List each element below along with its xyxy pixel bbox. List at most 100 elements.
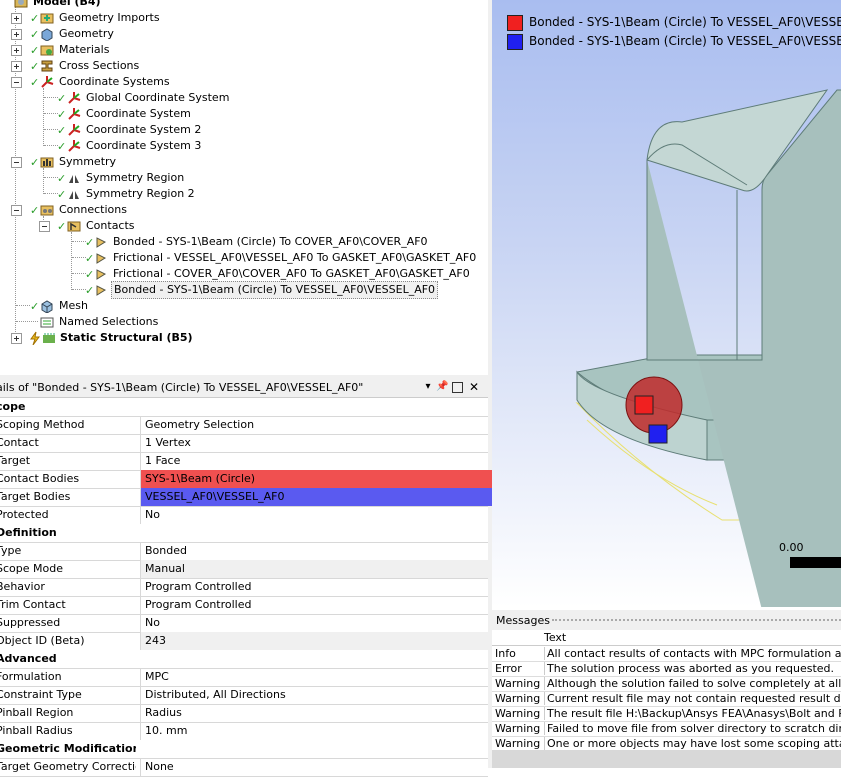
graphics-viewport[interactable]: Bonded - SYS-1\Beam (Circle) To VESSEL_A… [492, 0, 841, 607]
details-row[interactable]: Scoping Method Geometry Selection [0, 416, 488, 435]
message-row[interactable]: Info All contact results of contacts with… [492, 646, 841, 662]
details-row[interactable]: Contact Bodies SYS-1\Beam (Circle) [0, 470, 493, 489]
details-row[interactable]: Trim Contact Program Controlled [0, 596, 488, 615]
static-structural-icon [42, 331, 56, 345]
details-key: Object ID (Beta) [0, 634, 85, 647]
selected-node-label: Bonded - SYS-1\Beam (Circle) To VESSEL_A… [111, 281, 439, 299]
details-value[interactable]: 10. mm [140, 722, 493, 740]
details-row[interactable]: Formulation MPC [0, 668, 488, 687]
details-value[interactable]: Geometry Selection [140, 416, 493, 434]
message-row[interactable]: Error The solution process was aborted as… [492, 661, 841, 677]
details-key: Definition [0, 526, 57, 539]
details-row[interactable]: TypeBonded [0, 542, 488, 561]
details-section-header[interactable]: Advanced [0, 650, 488, 669]
details-row[interactable]: Scope Mode Manual [0, 560, 493, 579]
message-type: Error [495, 662, 522, 675]
details-value[interactable]: MPC [140, 668, 493, 686]
scale-label: 0.00 [779, 541, 804, 554]
maximize-icon[interactable] [452, 382, 463, 393]
message-text: Although the solution failed to solve co… [544, 677, 841, 690]
symmetry-region-icon [67, 171, 81, 185]
details-key: Behavior [0, 580, 45, 593]
close-icon[interactable]: ✕ [468, 381, 480, 393]
details-section-header[interactable]: cope [0, 398, 488, 417]
coordinate-system-icon [67, 139, 81, 153]
details-value[interactable]: 1 Vertex [140, 434, 493, 452]
details-row[interactable]: Contact 1 Vertex [0, 434, 488, 453]
details-value[interactable]: 1 Face [140, 452, 493, 470]
expand-icon[interactable] [11, 333, 22, 344]
scale-bar [790, 557, 841, 568]
details-value[interactable]: Distributed, All Directions [140, 686, 493, 704]
check-icon: ✓ [57, 172, 67, 185]
collapse-icon[interactable] [11, 205, 22, 216]
details-section-header[interactable]: Definition [0, 524, 488, 543]
details-row[interactable]: Protected No [0, 506, 488, 525]
details-row[interactable]: Target Bodies VESSEL_AF0\VESSEL_AF0 [0, 488, 493, 507]
expand-icon[interactable] [11, 13, 22, 24]
coordinate-systems-icon [40, 75, 54, 89]
check-icon: ✓ [30, 204, 40, 217]
message-type: Warning [495, 692, 541, 705]
message-row[interactable]: Warning Although the solution failed to s… [492, 676, 841, 692]
details-key: Constraint Type [0, 688, 82, 701]
details-key: Target Bodies [0, 490, 71, 503]
expand-icon[interactable] [11, 45, 22, 56]
check-icon: ✓ [57, 220, 67, 233]
details-row[interactable]: Pinball Region Radius [0, 704, 488, 723]
check-icon: ✓ [57, 124, 67, 137]
named-selections-icon [40, 315, 54, 329]
cross-sections-icon [40, 59, 54, 73]
details-row[interactable]: Object ID (Beta) 243 [0, 632, 493, 651]
check-icon: ✓ [30, 156, 40, 169]
details-row[interactable]: Pinball Radius 10. mm [0, 722, 488, 741]
message-row[interactable]: Warning Failed to move file from solver d… [492, 721, 841, 737]
details-key: Pinball Radius [0, 724, 73, 737]
details-pane: ails of "Bonded - SYS-1\Beam (Circle) To… [0, 378, 493, 777]
contact-icon [94, 283, 108, 297]
details-header: ails of "Bonded - SYS-1\Beam (Circle) To… [0, 378, 488, 398]
geometry-icon [40, 27, 54, 42]
details-value[interactable]: SYS-1\Beam (Circle) [140, 470, 493, 488]
coordinate-system-icon [67, 123, 81, 137]
message-row[interactable]: Warning The result file H:\Backup\Ansys F… [492, 706, 841, 722]
expand-icon[interactable] [11, 61, 22, 72]
details-row[interactable]: Behavior Program Controlled [0, 578, 488, 597]
message-type: Warning [495, 677, 541, 690]
message-text: The solution process was aborted as you … [544, 662, 834, 675]
check-icon: ✓ [30, 12, 40, 25]
details-key: Type [0, 544, 22, 557]
materials-icon [40, 43, 54, 57]
details-value[interactable]: Manual [140, 560, 493, 578]
collapse-icon[interactable] [11, 157, 22, 168]
check-icon: ✓ [57, 92, 67, 105]
details-row[interactable]: Target1 Face [0, 452, 488, 471]
expand-icon[interactable] [11, 29, 22, 40]
collapse-icon[interactable] [39, 221, 50, 232]
details-value[interactable]: Bonded [140, 542, 493, 560]
details-value[interactable]: Program Controlled [140, 578, 493, 596]
message-row[interactable]: Warning Current result file may not conta… [492, 691, 841, 707]
details-row[interactable]: Suppressed No [0, 614, 488, 633]
details-key: Target [0, 454, 31, 467]
details-value[interactable]: No [140, 506, 493, 524]
messages-column-header[interactable]: Text [492, 630, 841, 646]
messages-footer [492, 750, 841, 768]
details-value[interactable]: 243 [140, 632, 493, 650]
details-key: Suppressed [0, 616, 61, 629]
details-value[interactable]: None [140, 758, 493, 776]
check-icon: ✓ [30, 300, 40, 313]
contacts-icon [67, 219, 81, 233]
details-value[interactable]: Program Controlled [140, 596, 493, 614]
contact-icon [94, 235, 108, 249]
details-row[interactable]: Constraint Type Distributed, All Directio… [0, 686, 488, 705]
details-value[interactable]: Radius [140, 704, 493, 722]
details-value[interactable]: VESSEL_AF0\VESSEL_AF0 [140, 488, 493, 506]
details-value[interactable]: No [140, 614, 493, 632]
details-key: Scoping Method [0, 418, 85, 431]
dropdown-icon[interactable]: ▾ [422, 381, 434, 393]
details-section-header[interactable]: Geometric Modification [0, 740, 488, 759]
collapse-icon[interactable] [11, 77, 22, 88]
details-key: Scope Mode [0, 562, 63, 575]
pin-icon[interactable]: 📌 [436, 381, 448, 393]
